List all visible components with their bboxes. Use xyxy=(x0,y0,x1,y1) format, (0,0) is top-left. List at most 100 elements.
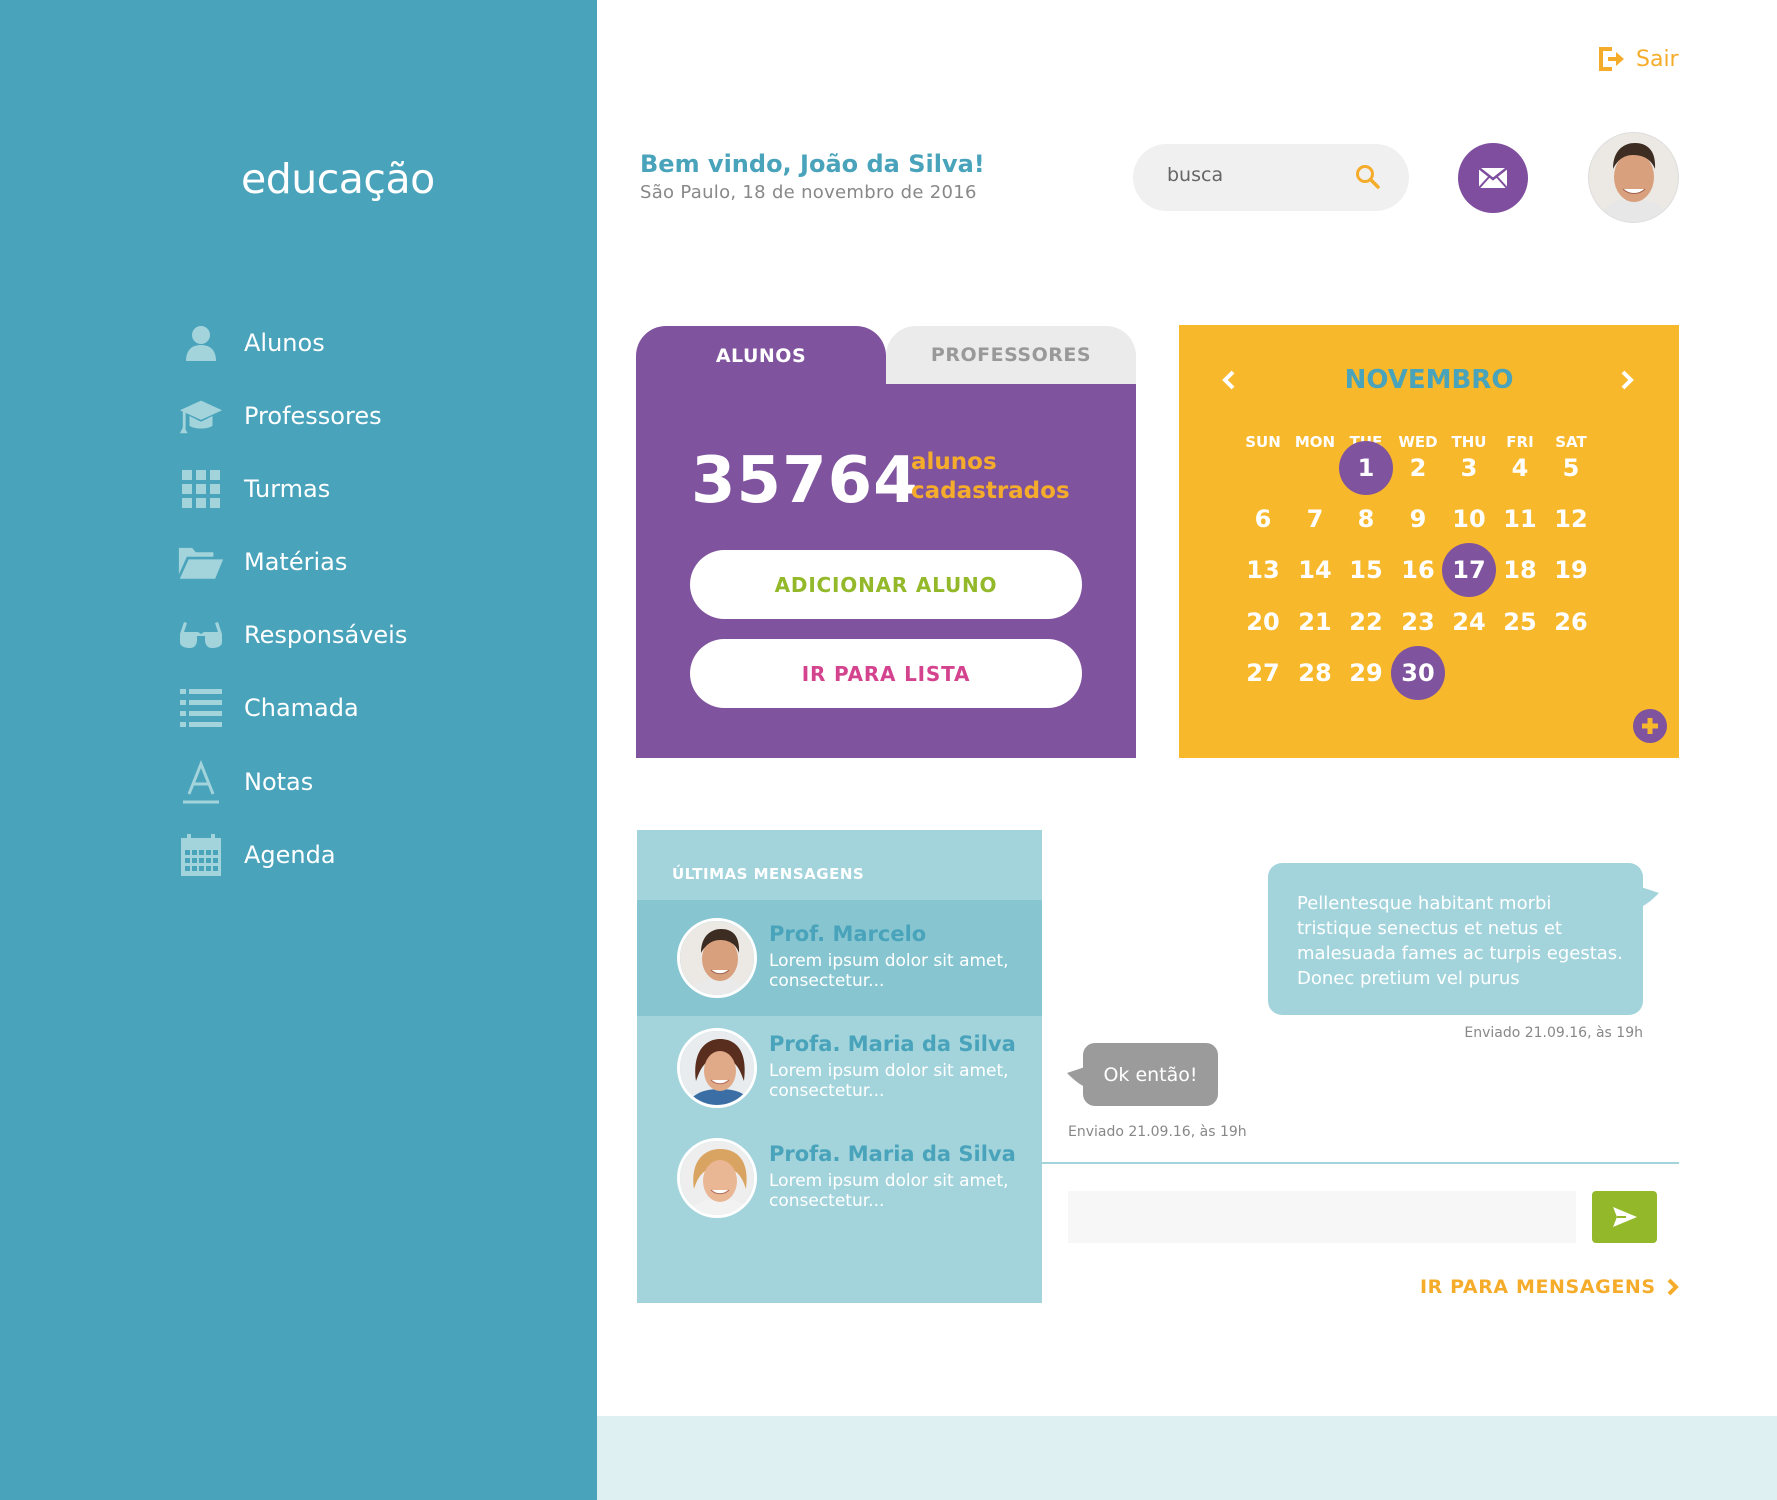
sidebar-item-label: Turmas xyxy=(244,475,331,503)
outgoing-message-text: Pellentesque habitant morbi tristique se… xyxy=(1297,893,1623,989)
calendar-day[interactable]: 22 xyxy=(1339,595,1393,649)
calendar-day[interactable]: 9 xyxy=(1391,492,1445,546)
calendar-day[interactable]: 25 xyxy=(1493,595,1547,649)
calendar-day[interactable]: 13 xyxy=(1236,543,1290,597)
calendar-icon xyxy=(178,832,224,878)
tab-alunos[interactable]: ALUNOS xyxy=(636,326,886,386)
messages-title: ÚLTIMAS MENSAGENS xyxy=(672,865,865,883)
calendar-day[interactable]: 18 xyxy=(1493,543,1547,597)
grid-icon xyxy=(178,466,224,512)
calendar-day[interactable]: 5 xyxy=(1544,441,1598,495)
logout-icon xyxy=(1599,47,1624,71)
message-preview: Lorem ipsum dolor sit amet, consectetur.… xyxy=(769,1171,1009,1211)
calendar-day[interactable]: 28 xyxy=(1288,646,1342,700)
calendar-weekday: SUN xyxy=(1245,433,1281,451)
envelope-icon xyxy=(1479,168,1507,188)
chat-message-input[interactable] xyxy=(1068,1191,1576,1243)
add-aluno-button[interactable]: ADICIONAR ALUNO xyxy=(690,550,1082,619)
welcome-date: São Paulo, 18 de novembro de 2016 xyxy=(640,182,977,203)
calendar-day[interactable]: 24 xyxy=(1442,595,1496,649)
calendar-day[interactable]: 26 xyxy=(1544,595,1598,649)
chevron-right-icon xyxy=(1667,1278,1679,1296)
calendar-day[interactable]: 2 xyxy=(1391,441,1445,495)
calendar-day[interactable]: 14 xyxy=(1288,543,1342,597)
calendar-day[interactable]: 6 xyxy=(1236,492,1290,546)
search-icon[interactable] xyxy=(1355,164,1381,194)
outgoing-message-meta: Enviado 21.09.16, às 19h xyxy=(1464,1025,1643,1041)
alunos-count-label-line2: cadastrados xyxy=(911,478,1070,504)
messages-button[interactable] xyxy=(1458,143,1528,213)
calendar-widget: NOVEMBRO SUNMONTUEWEDTHUFRISAT1234567891… xyxy=(1179,325,1679,758)
calendar-day[interactable]: 17 xyxy=(1442,543,1496,597)
incoming-message-bubble: Ok então! xyxy=(1067,1043,1218,1106)
sidebar: educação Alunos Professores Turmas Matér… xyxy=(0,0,597,1500)
message-sender: Profa. Maria da Silva xyxy=(769,1032,1016,1056)
calendar-day[interactable]: 23 xyxy=(1391,595,1445,649)
calendar-day[interactable]: 8 xyxy=(1339,492,1393,546)
glasses-icon xyxy=(178,612,224,658)
user-icon xyxy=(178,320,224,366)
sidebar-item-responsaveis[interactable]: Responsáveis xyxy=(178,610,407,660)
graduation-cap-icon xyxy=(178,393,224,439)
bubble-tail xyxy=(1067,1067,1085,1087)
go-to-messages-label: IR PARA MENSAGENS xyxy=(1420,1276,1656,1298)
calendar-day[interactable]: 10 xyxy=(1442,492,1496,546)
sidebar-item-label: Chamada xyxy=(244,694,359,722)
chevron-right-icon xyxy=(1621,370,1634,390)
tab-professores[interactable]: PROFESSORES xyxy=(886,326,1136,384)
sidebar-item-turmas[interactable]: Turmas xyxy=(178,464,330,514)
calendar-day[interactable]: 19 xyxy=(1544,543,1598,597)
sidebar-item-notas[interactable]: Notas xyxy=(178,757,313,807)
sidebar-item-chamada[interactable]: Chamada xyxy=(178,683,359,733)
calendar-next-button[interactable] xyxy=(1619,369,1635,395)
user-avatar[interactable] xyxy=(1588,132,1679,223)
calendar-day[interactable]: 3 xyxy=(1442,441,1496,495)
logout-label: Sair xyxy=(1636,46,1679,72)
calendar-day[interactable]: 29 xyxy=(1339,646,1393,700)
list-icon xyxy=(178,685,224,731)
calendar-day[interactable]: 1 xyxy=(1339,441,1393,495)
calendar-day[interactable]: 21 xyxy=(1288,595,1342,649)
search-input[interactable] xyxy=(1167,164,1347,186)
calendar-day[interactable]: 15 xyxy=(1339,543,1393,597)
messages-panel: ÚLTIMAS MENSAGENS Prof. Marcelo Lorem ip… xyxy=(637,830,1042,1303)
search-box xyxy=(1133,144,1409,211)
alunos-count-label: alunos cadastrados xyxy=(911,448,1070,506)
calendar-day[interactable]: 30 xyxy=(1391,646,1445,700)
message-sender: Profa. Maria da Silva xyxy=(769,1142,1016,1166)
calendar-month: NOVEMBRO xyxy=(1344,365,1514,395)
sidebar-item-professores[interactable]: Professores xyxy=(178,391,382,441)
message-item[interactable]: Profa. Maria da Silva Lorem ipsum dolor … xyxy=(637,1120,1042,1236)
alunos-count-label-line1: alunos xyxy=(911,449,997,475)
calendar-day[interactable]: 7 xyxy=(1288,492,1342,546)
calendar-weekday: MON xyxy=(1294,433,1336,451)
calendar-day[interactable]: 16 xyxy=(1391,543,1445,597)
sidebar-item-agenda[interactable]: Agenda xyxy=(178,830,336,880)
go-to-list-button[interactable]: IR PARA LISTA xyxy=(690,639,1082,708)
calendar-day[interactable]: 27 xyxy=(1236,646,1290,700)
calendar-day[interactable]: 11 xyxy=(1493,492,1547,546)
incoming-message-text: Ok então! xyxy=(1103,1063,1198,1086)
sidebar-item-label: Notas xyxy=(244,768,314,796)
calendar-day[interactable]: 12 xyxy=(1544,492,1598,546)
calendar-day[interactable]: 20 xyxy=(1236,595,1290,649)
footer-strip xyxy=(597,1416,1777,1500)
alunos-count: 35764 xyxy=(691,444,919,518)
message-item[interactable]: Prof. Marcelo Lorem ipsum dolor sit amet… xyxy=(637,900,1042,1016)
avatar xyxy=(677,1028,757,1108)
sidebar-item-materias[interactable]: Matérias xyxy=(178,537,347,587)
send-button[interactable] xyxy=(1592,1191,1657,1243)
message-item[interactable]: Profa. Maria da Silva Lorem ipsum dolor … xyxy=(637,1010,1042,1126)
welcome-block: Bem vindo, João da Silva! São Paulo, 18 … xyxy=(640,150,985,203)
plus-icon xyxy=(1642,718,1658,734)
sidebar-item-alunos[interactable]: Alunos xyxy=(178,318,325,368)
avatar xyxy=(677,1138,757,1218)
go-to-messages-link[interactable]: IR PARA MENSAGENS xyxy=(1420,1276,1680,1298)
folder-open-icon xyxy=(178,539,224,585)
add-event-button[interactable] xyxy=(1633,709,1667,743)
outgoing-message-bubble: Pellentesque habitant morbi tristique se… xyxy=(1268,863,1659,1015)
calendar-day[interactable]: 4 xyxy=(1493,441,1547,495)
message-preview: Lorem ipsum dolor sit amet, consectetur.… xyxy=(769,951,1009,991)
sidebar-item-label: Responsáveis xyxy=(244,621,408,649)
logout-button[interactable]: Sair xyxy=(1598,46,1679,72)
